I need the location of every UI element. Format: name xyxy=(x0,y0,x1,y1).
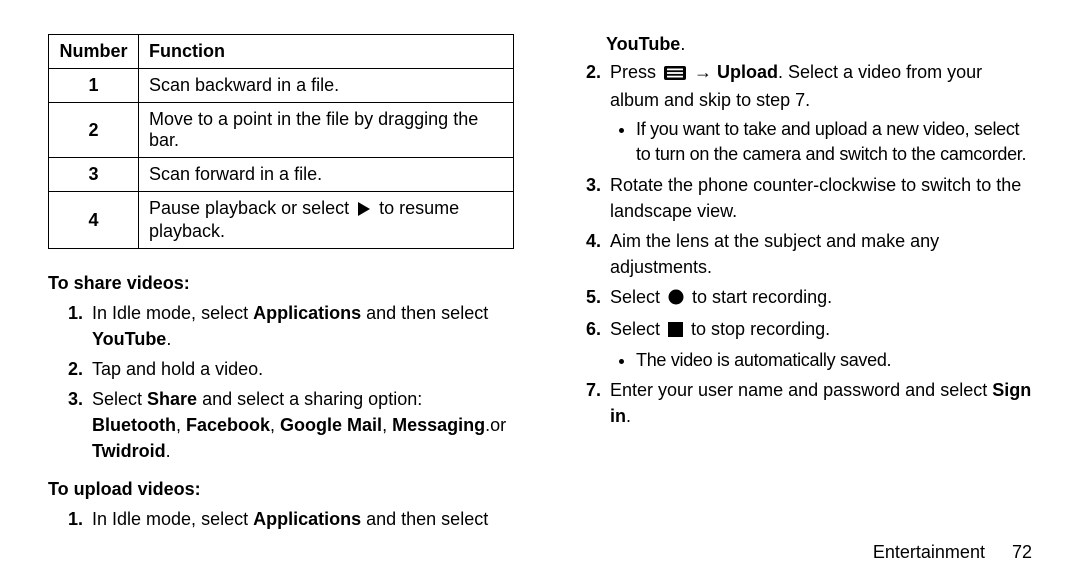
table-row: 2 Move to a point in the file by draggin… xyxy=(49,103,514,158)
upload-steps-left: In Idle mode, select Applications and th… xyxy=(48,506,514,532)
upload-heading: To upload videos: xyxy=(48,479,514,500)
share-heading: To share videos: xyxy=(48,273,514,294)
cell-num: 3 xyxy=(49,158,139,192)
play-icon xyxy=(357,200,371,221)
sub-bullet: If you want to take and upload a new vid… xyxy=(610,117,1032,167)
table-row: 3 Scan forward in a file. xyxy=(49,158,514,192)
record-icon xyxy=(668,286,684,312)
cell-num: 1 xyxy=(49,69,139,103)
sub-bullet: The video is automatically saved. xyxy=(610,348,1032,373)
list-item: In Idle mode, select Applications and th… xyxy=(88,300,514,352)
list-item: Enter your user name and password and se… xyxy=(606,377,1032,429)
cell-func: Move to a point in the file by dragging … xyxy=(139,103,514,158)
right-column: YouTube. Press → Upload. Select a video … xyxy=(540,34,1032,565)
list-item: Aim the lens at the subject and make any… xyxy=(606,228,1032,280)
cell-num: 2 xyxy=(49,103,139,158)
th-function: Function xyxy=(139,35,514,69)
left-column: Number Function 1 Scan backward in a fil… xyxy=(48,34,540,565)
list-item: Tap and hold a video. xyxy=(88,356,514,382)
cell-func: Pause playback or select to resume playb… xyxy=(139,192,514,249)
list-item: Rotate the phone counter-clockwise to sw… xyxy=(606,172,1032,224)
table-row: 4 Pause playback or select to resume pla… xyxy=(49,192,514,249)
cell-func: Scan backward in a file. xyxy=(139,69,514,103)
upload-steps-right: Press → Upload. Select a video from your… xyxy=(566,59,1032,430)
cell-num: 4 xyxy=(49,192,139,249)
share-steps: In Idle mode, select Applications and th… xyxy=(48,300,514,465)
function-table: Number Function 1 Scan backward in a fil… xyxy=(48,34,514,249)
th-number: Number xyxy=(49,35,139,69)
list-item: If you want to take and upload a new vid… xyxy=(636,117,1032,167)
page-number: 72 xyxy=(1012,542,1032,562)
list-item: Select to stop recording. The video is a… xyxy=(606,316,1032,373)
manual-page: Number Function 1 Scan backward in a fil… xyxy=(0,0,1080,585)
page-footer: Entertainment 72 xyxy=(873,542,1032,563)
list-item: Press → Upload. Select a video from your… xyxy=(606,59,1032,168)
cell-func: Scan forward in a file. xyxy=(139,158,514,192)
table-row: 1 Scan backward in a file. xyxy=(49,69,514,103)
list-item: In Idle mode, select Applications and th… xyxy=(88,506,514,532)
list-item: Select Share and select a sharing option… xyxy=(88,386,514,464)
section-name: Entertainment xyxy=(873,542,985,562)
menu-icon xyxy=(664,61,686,87)
list-item: Select to start recording. xyxy=(606,284,1032,312)
stop-icon xyxy=(668,318,683,344)
youtube-continuation: YouTube xyxy=(606,34,680,54)
table-header-row: Number Function xyxy=(49,35,514,69)
list-item: The video is automatically saved. xyxy=(636,348,1032,373)
